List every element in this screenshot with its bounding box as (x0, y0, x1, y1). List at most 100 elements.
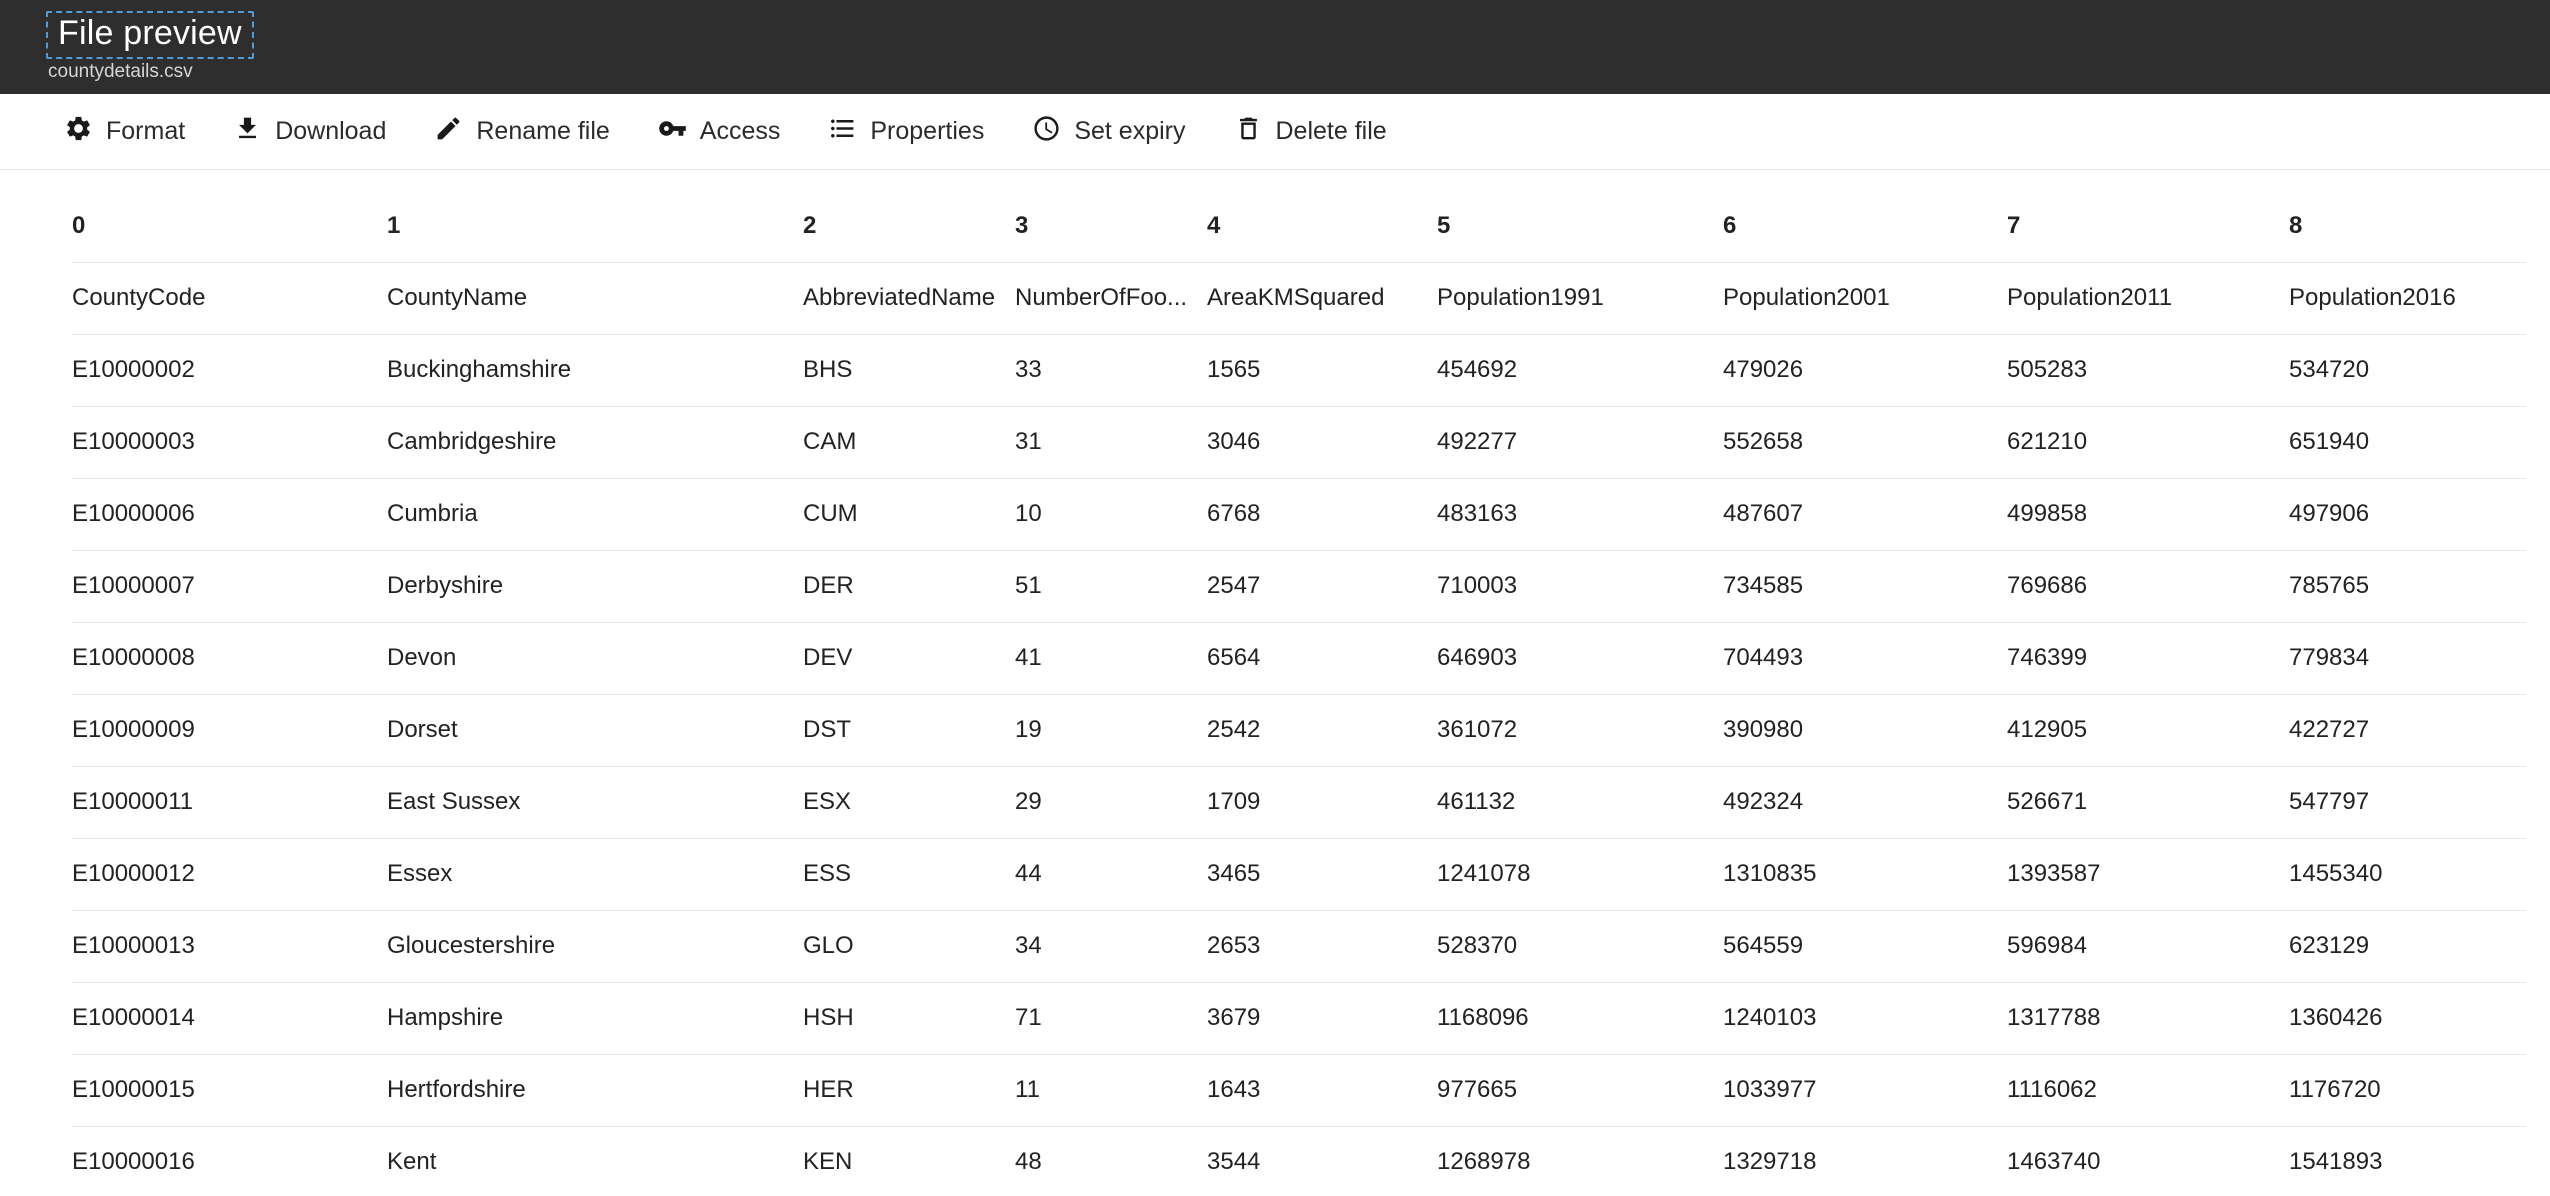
table-cell: 483163 (1437, 478, 1723, 550)
table-cell: 499858 (2007, 478, 2289, 550)
table-cell: E10000012 (72, 838, 387, 910)
delete-file-button-label: Delete file (1276, 117, 1387, 146)
properties-button[interactable]: Properties (804, 94, 1008, 169)
access-button[interactable]: Access (634, 94, 805, 169)
table-cell: Dorset (387, 694, 803, 766)
table-cell: 361072 (1437, 694, 1723, 766)
table-cell: 454692 (1437, 334, 1723, 406)
table-cell: 1176720 (2289, 1054, 2526, 1126)
table-cell: 977665 (1437, 1054, 1723, 1126)
table-cell: 1168096 (1437, 982, 1723, 1054)
table-cell: 1643 (1207, 1054, 1437, 1126)
table-cell: 1565 (1207, 334, 1437, 406)
index-header-cell: 8 (2289, 190, 2526, 262)
index-header-row: 012345678 (72, 190, 2526, 262)
table-cell: 3465 (1207, 838, 1437, 910)
rename-file-button[interactable]: Rename file (410, 94, 633, 169)
index-header-cell: 1 (387, 190, 803, 262)
table-cell: 3046 (1207, 406, 1437, 478)
table-cell: 646903 (1437, 622, 1723, 694)
table-cell: East Sussex (387, 766, 803, 838)
table-cell: Cumbria (387, 478, 803, 550)
properties-button-label: Properties (870, 117, 984, 146)
table-cell: KEN (803, 1126, 1015, 1196)
table-cell: 33 (1015, 334, 1207, 406)
table-cell: E10000008 (72, 622, 387, 694)
table-row: E10000013GloucestershireGLO3426535283705… (72, 910, 2526, 982)
table-cell: Cambridgeshire (387, 406, 803, 478)
table-cell: E10000016 (72, 1126, 387, 1196)
table-cell: DER (803, 550, 1015, 622)
table-cell: E10000006 (72, 478, 387, 550)
clock-icon (1032, 114, 1061, 150)
table-cell: 552658 (1723, 406, 2007, 478)
table-cell: 71 (1015, 982, 1207, 1054)
file-name-subtitle: countydetails.csv (46, 61, 2550, 83)
index-header-cell: 0 (72, 190, 387, 262)
table-cell: 1393587 (2007, 838, 2289, 910)
toolbar: Format Download Rename file Access Prope… (0, 94, 2550, 170)
table-cell: 623129 (2289, 910, 2526, 982)
download-button[interactable]: Download (209, 94, 410, 169)
table-cell: 1116062 (2007, 1054, 2289, 1126)
table-cell: 412905 (2007, 694, 2289, 766)
table-cell: 487607 (1723, 478, 2007, 550)
table-cell: Hertfordshire (387, 1054, 803, 1126)
table-row: E10000006CumbriaCUM106768483163487607499… (72, 478, 2526, 550)
field-header-row: CountyCodeCountyNameAbbreviatedNameNumbe… (72, 262, 2526, 334)
table-cell: 422727 (2289, 694, 2526, 766)
table-cell: 1329718 (1723, 1126, 2007, 1196)
pencil-icon (434, 114, 463, 150)
table-cell: 1310835 (1723, 838, 2007, 910)
table-cell: 564559 (1723, 910, 2007, 982)
file-preview-table: 012345678 CountyCodeCountyNameAbbreviate… (72, 190, 2526, 1196)
table-cell: Gloucestershire (387, 910, 803, 982)
table-cell: ESS (803, 838, 1015, 910)
table-cell: HSH (803, 982, 1015, 1054)
table-cell: 621210 (2007, 406, 2289, 478)
field-header-cell: CountyName (387, 262, 803, 334)
gear-icon (64, 114, 93, 150)
index-header-cell: 5 (1437, 190, 1723, 262)
table-cell: 785765 (2289, 550, 2526, 622)
table-cell: E10000003 (72, 406, 387, 478)
table-cell: 6768 (1207, 478, 1437, 550)
download-button-label: Download (275, 117, 386, 146)
table-cell: 492324 (1723, 766, 2007, 838)
table-cell: 596984 (2007, 910, 2289, 982)
table-cell: E10000007 (72, 550, 387, 622)
field-header-cell: CountyCode (72, 262, 387, 334)
field-header-cell: Population1991 (1437, 262, 1723, 334)
table-row: E10000015HertfordshireHER111643977665103… (72, 1054, 2526, 1126)
table-cell: 746399 (2007, 622, 2289, 694)
download-icon (233, 114, 262, 150)
index-header-cell: 2 (803, 190, 1015, 262)
table-cell: Buckinghamshire (387, 334, 803, 406)
table-cell: 34 (1015, 910, 1207, 982)
table-cell: 51 (1015, 550, 1207, 622)
table-cell: 1033977 (1723, 1054, 2007, 1126)
table-cell: 704493 (1723, 622, 2007, 694)
delete-file-button[interactable]: Delete file (1210, 94, 1411, 169)
index-header-cell: 3 (1015, 190, 1207, 262)
table-cell: 1268978 (1437, 1126, 1723, 1196)
table-cell: 3544 (1207, 1126, 1437, 1196)
table-cell: 1241078 (1437, 838, 1723, 910)
table-row: E10000016KentKEN483544126897813297181463… (72, 1126, 2526, 1196)
table-cell: BHS (803, 334, 1015, 406)
table-cell: 1240103 (1723, 982, 2007, 1054)
rename-file-button-label: Rename file (476, 117, 609, 146)
file-preview-table-container: 012345678 CountyCodeCountyNameAbbreviate… (0, 170, 2550, 1196)
table-cell: 11 (1015, 1054, 1207, 1126)
table-cell: E10000013 (72, 910, 387, 982)
set-expiry-button[interactable]: Set expiry (1008, 94, 1209, 169)
table-cell: Kent (387, 1126, 803, 1196)
field-header-cell: AbbreviatedName (803, 262, 1015, 334)
table-cell: 461132 (1437, 766, 1723, 838)
page-title: File preview (58, 15, 242, 52)
field-header-cell: Population2011 (2007, 262, 2289, 334)
table-cell: 492277 (1437, 406, 1723, 478)
table-cell: ESX (803, 766, 1015, 838)
format-button[interactable]: Format (40, 94, 209, 169)
page-title-focus-box: File preview (46, 11, 254, 58)
